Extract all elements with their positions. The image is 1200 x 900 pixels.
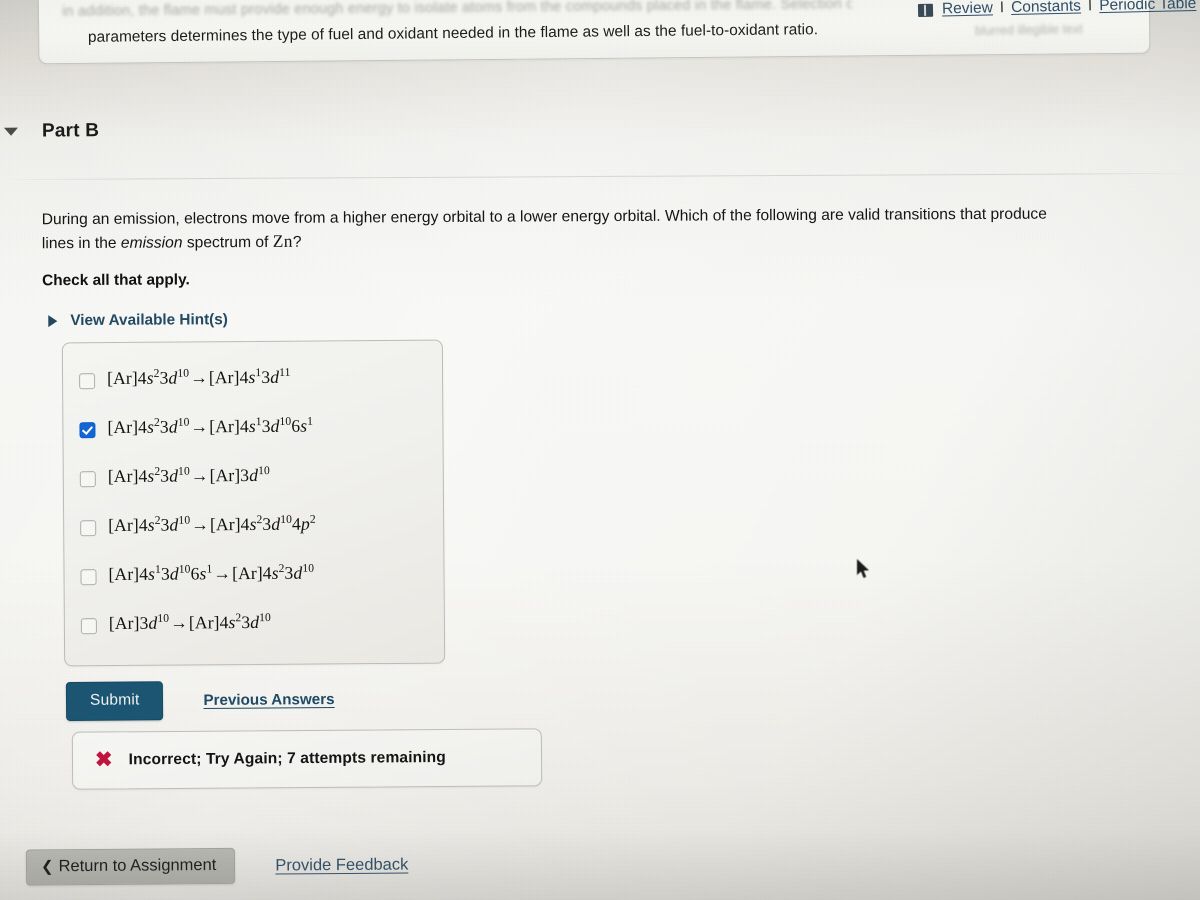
checkbox-option-1[interactable] [79, 373, 96, 390]
review-link[interactable]: Review [941, 0, 992, 19]
link-separator-1: I [999, 0, 1004, 17]
review-book-icon [917, 3, 933, 17]
chevron-left-icon: ❮ [40, 858, 54, 876]
checkbox-option-4[interactable] [80, 520, 97, 537]
checkbox-option-5[interactable] [80, 569, 97, 586]
caret-right-icon[interactable] [48, 315, 58, 328]
answer-option-1[interactable]: [Ar]4s23d10→[Ar]4s13d11 [63, 365, 442, 419]
checkbox-option-3[interactable] [79, 471, 96, 488]
answer-option-3-label: [Ar]4s23d10→[Ar]3d10 [107, 464, 270, 487]
provide-feedback-link[interactable]: Provide Feedback [275, 855, 408, 875]
question-line-2-end: ? [292, 233, 302, 251]
answer-options-list: [Ar]4s23d10→[Ar]4s13d11 [Ar]4s23d10→[Ar]… [63, 341, 444, 664]
part-b-header[interactable]: Part B [0, 119, 260, 143]
feedback-banner: ✖ Incorrect; Try Again; 7 attempts remai… [71, 728, 543, 790]
bottom-navigation: ❮ Return to Assignment Provide Feedback [25, 846, 409, 886]
element-symbol: Zn [272, 230, 293, 251]
checkbox-option-2[interactable] [79, 422, 96, 439]
return-to-assignment-label: Return to Assignment [58, 856, 217, 876]
answer-option-1-label: [Ar]4s23d10→[Ar]4s13d11 [107, 365, 291, 389]
feedback-message: Incorrect; Try Again; 7 attempts remaini… [128, 748, 446, 769]
submit-button[interactable]: Submit [65, 681, 164, 721]
view-hints-link[interactable]: View Available Hint(s) [70, 311, 228, 330]
link-separator-2: I [1087, 0, 1093, 15]
answer-option-2[interactable]: [Ar]4s23d10→[Ar]4s13d106s1 [63, 414, 442, 468]
answer-option-5[interactable]: [Ar]4s13d106s1→[Ar]4s23d10 [64, 561, 443, 615]
answer-option-5-label: [Ar]4s13d106s1→[Ar]4s23d10 [108, 561, 315, 585]
answer-options-panel: [Ar]4s23d10→[Ar]4s13d11 [Ar]4s23d10→[Ar]… [61, 339, 446, 667]
question-emphasis: emission [120, 234, 183, 252]
check-all-instruction: Check all that apply. [42, 271, 190, 290]
answer-option-4-label: [Ar]4s23d10→[Ar]4s23d104p2 [108, 512, 316, 536]
answer-option-2-label: [Ar]4s23d10→[Ar]4s13d106s1 [107, 414, 314, 438]
question-text: During an emission, electrons move from … [42, 203, 1192, 255]
answer-option-4[interactable]: [Ar]4s23d10→[Ar]4s23d104p2 [64, 512, 443, 566]
question-body: During an emission, electrons move from … [42, 203, 1193, 330]
constants-link[interactable]: Constants [1011, 0, 1081, 17]
answer-option-3[interactable]: [Ar]4s23d10→[Ar]3d10 [64, 464, 443, 517]
previous-answers-link[interactable]: Previous Answers [203, 691, 334, 709]
page-title: Part B [41, 120, 100, 142]
question-line-1: During an emission, electrons move from … [41, 205, 1047, 229]
periodic-table-link[interactable]: Periodic Table [1099, 0, 1196, 15]
x-mark-icon: ✖ [94, 748, 113, 772]
caret-down-icon[interactable] [3, 127, 19, 136]
checkbox-option-6[interactable] [80, 618, 97, 635]
view-hints-row[interactable]: View Available Hint(s) [42, 311, 282, 330]
answer-option-6-label: [Ar]3d10→[Ar]4s23d10 [108, 611, 271, 634]
question-line-2-post: spectrum of [182, 233, 273, 252]
answer-option-6[interactable]: [Ar]3d10→[Ar]4s23d10 [65, 611, 444, 664]
submit-row: Submit Previous Answers [65, 680, 335, 721]
question-line-2-pre: lines in the [41, 234, 121, 253]
return-to-assignment-button[interactable]: ❮ Return to Assignment [25, 847, 236, 886]
